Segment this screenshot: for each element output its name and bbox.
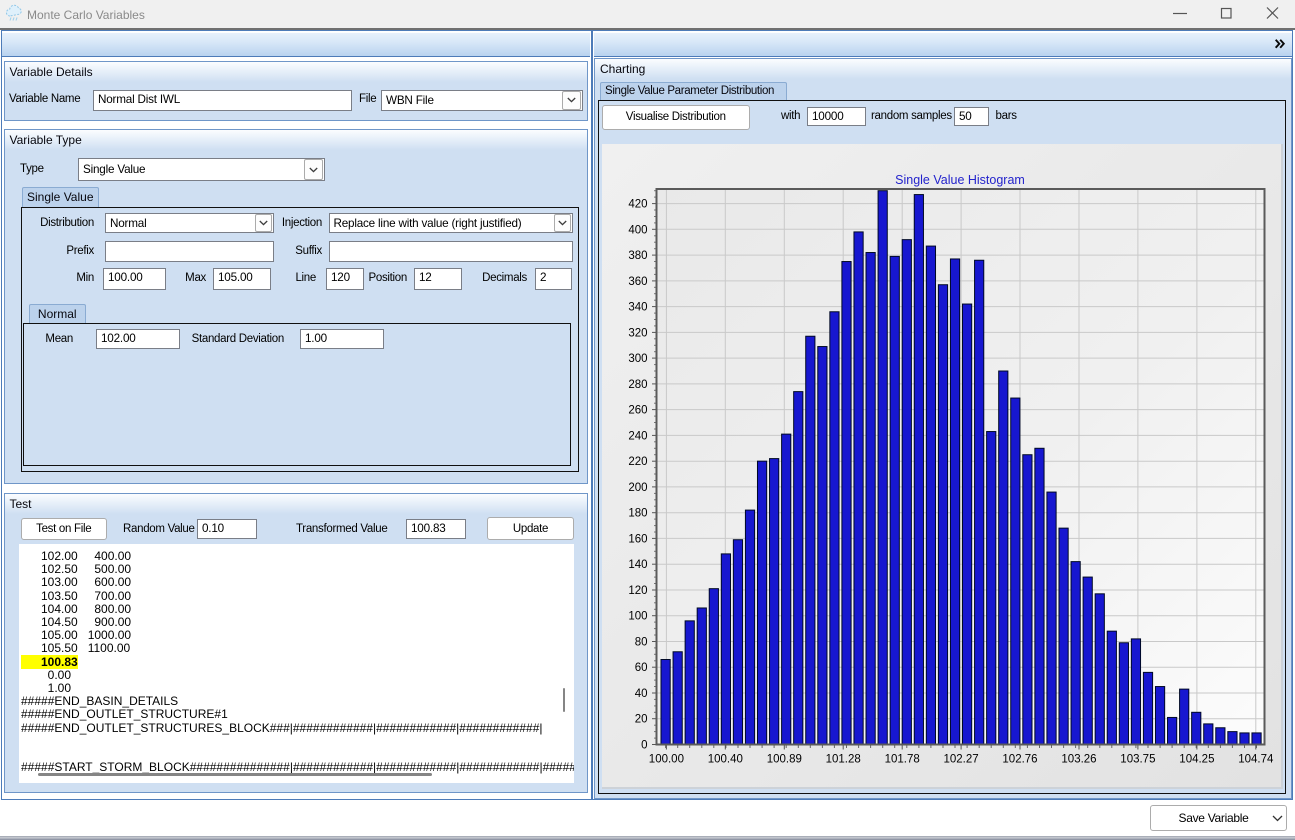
svg-text:104.74: 104.74: [1238, 754, 1274, 766]
svg-text:100.00: 100.00: [649, 754, 684, 766]
svg-text:400: 400: [628, 224, 647, 236]
svg-text:104.25: 104.25: [1179, 754, 1214, 766]
svg-text:420: 420: [628, 199, 647, 211]
svg-text:280: 280: [628, 379, 647, 391]
svg-text:340: 340: [628, 302, 647, 314]
svg-text:60: 60: [635, 662, 648, 674]
svg-text:100.40: 100.40: [708, 754, 743, 766]
svg-text:180: 180: [628, 508, 647, 520]
svg-text:100.89: 100.89: [767, 754, 802, 766]
svg-text:101.28: 101.28: [826, 754, 861, 766]
svg-text:103.26: 103.26: [1061, 754, 1096, 766]
svg-text:160: 160: [628, 533, 647, 545]
svg-text:220: 220: [628, 456, 647, 468]
svg-text:320: 320: [628, 327, 647, 339]
svg-text:0: 0: [641, 740, 647, 752]
svg-text:240: 240: [628, 430, 647, 442]
svg-text:300: 300: [628, 353, 647, 365]
svg-text:101.78: 101.78: [885, 754, 920, 766]
svg-text:103.75: 103.75: [1120, 754, 1155, 766]
svg-text:200: 200: [628, 482, 647, 494]
svg-text:20: 20: [635, 714, 648, 726]
svg-text:80: 80: [635, 637, 648, 649]
svg-text:360: 360: [628, 276, 647, 288]
svg-text:40: 40: [635, 688, 648, 700]
svg-text:100: 100: [628, 611, 647, 623]
svg-text:380: 380: [628, 250, 647, 262]
svg-text:260: 260: [628, 405, 647, 417]
svg-text:120: 120: [628, 585, 647, 597]
svg-text:102.76: 102.76: [1002, 754, 1037, 766]
svg-text:Single Value Histogram: Single Value Histogram: [895, 173, 1025, 187]
svg-text:102.27: 102.27: [944, 754, 979, 766]
svg-text:140: 140: [628, 559, 647, 571]
